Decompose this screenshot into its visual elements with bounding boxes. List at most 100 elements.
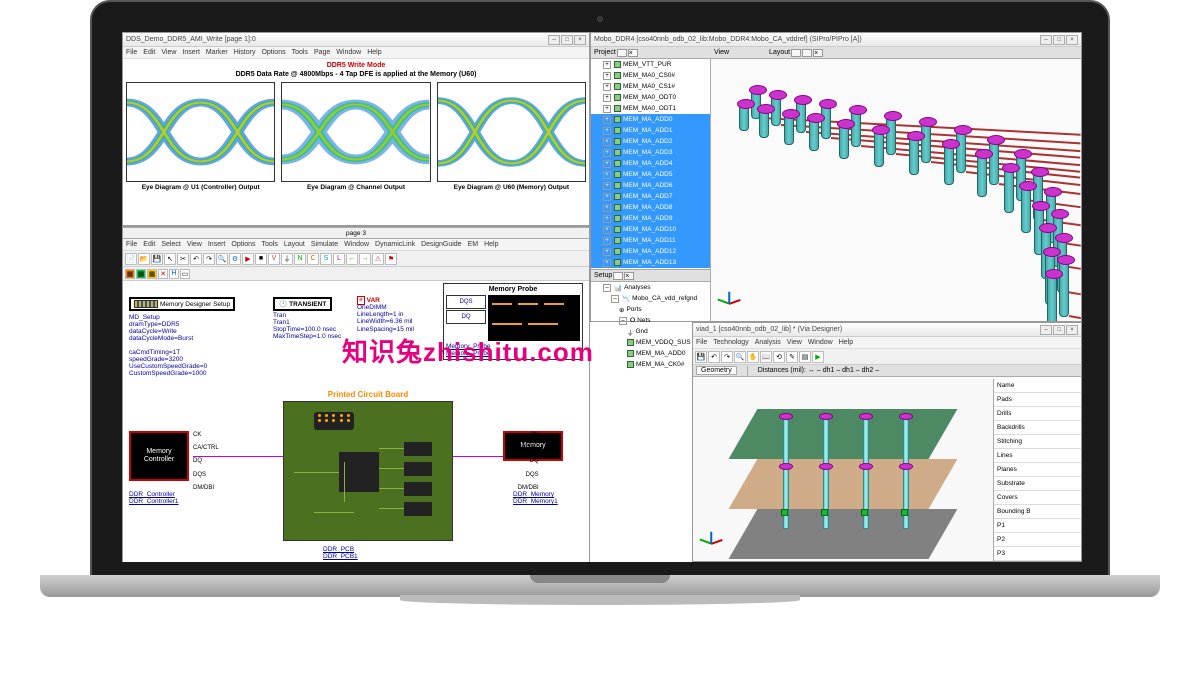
expand-icon[interactable]: +: [603, 149, 611, 157]
close-button[interactable]: ×: [574, 35, 586, 45]
property-row[interactable]: P4: [994, 561, 1081, 562]
maximize-button[interactable]: □: [1053, 35, 1065, 45]
property-row[interactable]: Planes: [994, 463, 1081, 477]
expand-icon[interactable]: +: [603, 127, 611, 135]
menu-item[interactable]: Layout: [284, 241, 305, 248]
undo-icon[interactable]: ↶: [708, 351, 720, 363]
panel-btn[interactable]: [802, 49, 812, 57]
arrow-left-icon[interactable]: ←: [346, 253, 358, 265]
pcb-link[interactable]: DDR_PCB: [323, 546, 358, 553]
menu-item[interactable]: File: [126, 49, 137, 56]
minimize-button[interactable]: –: [1040, 35, 1052, 45]
menu-item[interactable]: Window: [808, 339, 833, 346]
run-icon[interactable]: ▶: [242, 253, 254, 265]
net-tree-item[interactable]: +MEM_MA_ADD8: [591, 202, 710, 213]
cursor-icon[interactable]: ↖: [164, 253, 176, 265]
property-row[interactable]: Stitching: [994, 435, 1081, 449]
menu-item[interactable]: Technology: [713, 339, 748, 346]
net-tree-item[interactable]: +MEM_MA0_CS1#: [591, 81, 710, 92]
net-tree-item[interactable]: +MEM_MA_ADD11: [591, 235, 710, 246]
geometry-tab[interactable]: Geometry: [696, 366, 737, 375]
stop-icon[interactable]: ■: [255, 253, 267, 265]
menu-item[interactable]: Help: [484, 241, 498, 248]
mobo-titlebar[interactable]: Mobo_DDR4 [cso40nnb_odb_02_lib:Mobo_DDR4…: [591, 33, 1081, 47]
menu-item[interactable]: Window: [336, 49, 361, 56]
memory-designer-setup[interactable]: Memory Designer Setup MD_Setup dramType=…: [129, 297, 259, 377]
pan-icon[interactable]: ✋: [747, 351, 759, 363]
menu-item[interactable]: Insert: [208, 241, 226, 248]
cut-icon[interactable]: ✂: [177, 253, 189, 265]
rotate-icon[interactable]: ⟲: [773, 351, 785, 363]
menu-item[interactable]: Insert: [182, 49, 200, 56]
close-icon[interactable]: ×: [624, 272, 634, 280]
panel-btn[interactable]: [791, 49, 801, 57]
warning-icon[interactable]: ⚠: [372, 253, 384, 265]
redo-icon[interactable]: ↷: [721, 351, 733, 363]
expand-icon[interactable]: +: [603, 226, 611, 234]
expand-icon[interactable]: +: [603, 204, 611, 212]
net-icon[interactable]: N: [294, 253, 306, 265]
expand-icon[interactable]: +: [603, 215, 611, 223]
property-row[interactable]: Pads: [994, 393, 1081, 407]
grid-icon[interactable]: ▦: [125, 269, 135, 279]
viad-titlebar[interactable]: viad_1 [cso40nnb_odb_02_lib] * (Via Desi…: [693, 323, 1081, 337]
expand-icon[interactable]: +: [603, 259, 611, 267]
menu-item[interactable]: View: [161, 49, 176, 56]
zoom-icon[interactable]: 🔍: [734, 351, 746, 363]
grid3-icon[interactable]: ▦: [147, 269, 157, 279]
net-tree-item[interactable]: +MEM_MA_ADD9: [591, 213, 710, 224]
property-row[interactable]: P2: [994, 533, 1081, 547]
save-icon[interactable]: 💾: [695, 351, 707, 363]
net-tree-item[interactable]: +MEM_MA_ADD5: [591, 169, 710, 180]
gear-icon[interactable]: ⚙: [229, 253, 241, 265]
layer-icon[interactable]: ▤: [799, 351, 811, 363]
expand-icon[interactable]: +: [603, 237, 611, 245]
net-tree-item[interactable]: +MEM_MA_ADD4: [591, 158, 710, 169]
net-tree-item[interactable]: +MEM_MA_ADD13: [591, 257, 710, 268]
sim-icon[interactable]: S: [320, 253, 332, 265]
menu-item[interactable]: File: [126, 241, 137, 248]
layout-viewport[interactable]: [711, 59, 1081, 321]
rect-icon[interactable]: ▭: [180, 269, 190, 279]
pcb-block[interactable]: Printed Circuit Board: [283, 401, 453, 541]
net-tree-item[interactable]: +MEM_MA0_ODT1: [591, 103, 710, 114]
menu-item[interactable]: DesignGuide: [421, 241, 461, 248]
menu-item[interactable]: DynamicLink: [375, 241, 415, 248]
menu-item[interactable]: History: [234, 49, 256, 56]
menu-item[interactable]: Help: [367, 49, 381, 56]
minimize-button[interactable]: –: [1040, 325, 1052, 335]
net-tree-item[interactable]: +MEM_MA_ADD7: [591, 191, 710, 202]
mem-link[interactable]: DDR_Memory1: [513, 498, 558, 505]
property-row[interactable]: Bounding B: [994, 505, 1081, 519]
grid2-icon[interactable]: ▦: [136, 269, 146, 279]
net-tree-item[interactable]: +MEM_MA_ADD6: [591, 180, 710, 191]
property-row[interactable]: Drills: [994, 407, 1081, 421]
x-icon[interactable]: ✕: [158, 269, 168, 279]
h-icon[interactable]: H: [169, 269, 179, 279]
menu-item[interactable]: Select: [161, 241, 180, 248]
expand-icon[interactable]: +: [603, 182, 611, 190]
edit-icon[interactable]: ✎: [786, 351, 798, 363]
net-tree-item[interactable]: +MEM_VTT_PUR: [591, 59, 710, 70]
net-tree-item[interactable]: +MEM_MA_ADD0: [591, 114, 710, 125]
menu-item[interactable]: Options: [231, 241, 255, 248]
property-row[interactable]: P1: [994, 519, 1081, 533]
userguide-icon[interactable]: 📖: [760, 351, 772, 363]
setup-panel[interactable]: Setup× –📊 Analyses –📉 Mobo_CA_vdd_refgnd…: [591, 269, 711, 321]
run-icon[interactable]: ▶: [812, 351, 824, 363]
expand-icon[interactable]: +: [603, 171, 611, 179]
menu-item[interactable]: Tools: [292, 49, 308, 56]
expand-icon[interactable]: +: [603, 83, 611, 91]
panel-btn[interactable]: [613, 272, 623, 280]
menu-item[interactable]: Analysis: [755, 339, 781, 346]
flag-icon[interactable]: ⚑: [385, 253, 397, 265]
net-tree-item[interactable]: +MEM_MA_ADD2: [591, 136, 710, 147]
ground-icon[interactable]: ⏚: [281, 253, 293, 265]
expand-icon[interactable]: +: [603, 105, 611, 113]
undo-icon[interactable]: ↶: [190, 253, 202, 265]
menu-item[interactable]: Edit: [143, 241, 155, 248]
menu-item[interactable]: Page: [314, 49, 330, 56]
redo-icon[interactable]: ↷: [203, 253, 215, 265]
maximize-button[interactable]: □: [1053, 325, 1065, 335]
new-icon[interactable]: 📄: [125, 253, 137, 265]
